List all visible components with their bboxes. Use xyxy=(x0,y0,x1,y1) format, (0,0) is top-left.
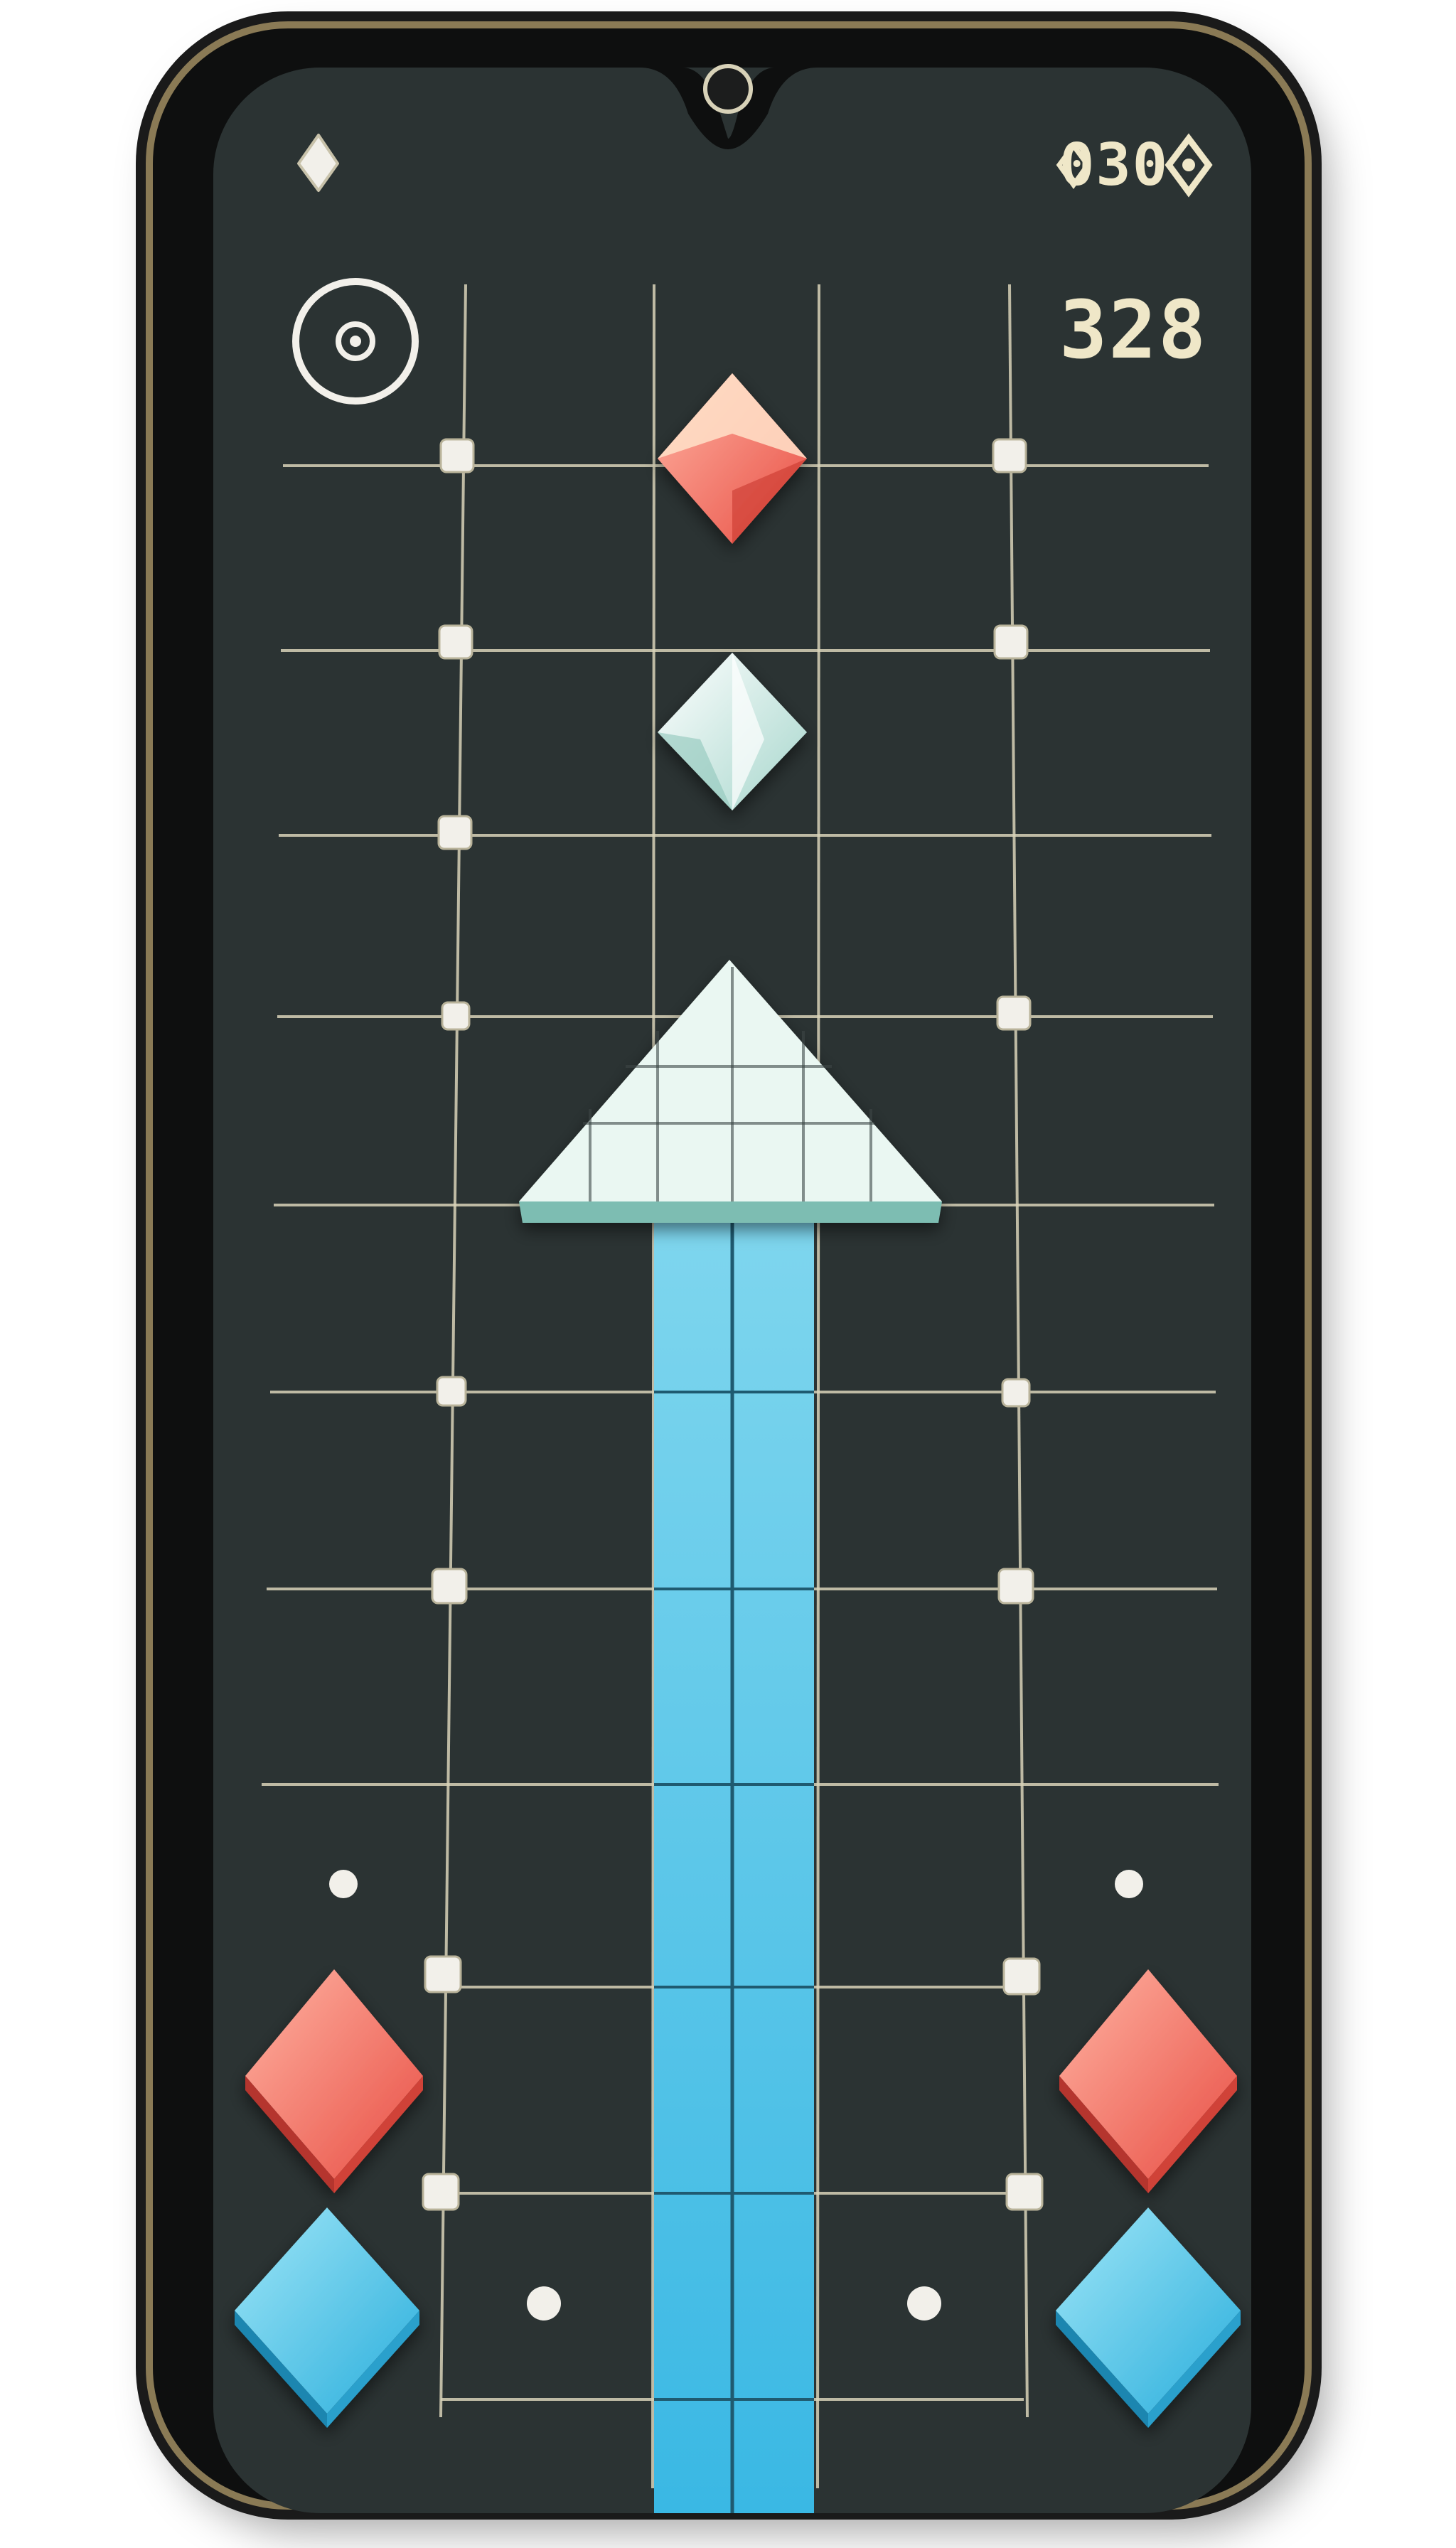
grid-node xyxy=(997,1568,1034,1605)
grid-line xyxy=(816,284,820,2489)
grid-node xyxy=(1001,1378,1031,1408)
grid-node xyxy=(422,2173,460,2211)
grid-node xyxy=(437,815,473,850)
grid-node xyxy=(1005,2173,1044,2211)
dot-marker xyxy=(907,2286,941,2320)
grid-node xyxy=(424,1955,462,1993)
grid-node xyxy=(1002,1957,1041,1996)
grid-node xyxy=(992,438,1027,473)
score-display: 328 xyxy=(1059,284,1208,377)
grid-node xyxy=(439,438,475,473)
grid-node xyxy=(441,1001,471,1031)
dot-marker xyxy=(1115,1870,1143,1898)
game-board[interactable] xyxy=(0,0,1456,2548)
dot-marker xyxy=(527,2286,561,2320)
grid-node xyxy=(438,624,473,660)
arrow-shaft xyxy=(654,1205,814,2513)
moves-counter: 030 xyxy=(1059,132,1169,199)
front-camera xyxy=(703,64,753,114)
grid-node xyxy=(993,624,1029,660)
dot-marker xyxy=(329,1870,358,1898)
grid-line xyxy=(651,284,655,2489)
grid-node xyxy=(996,995,1032,1031)
grid-node xyxy=(431,1568,468,1605)
grid-node xyxy=(436,1376,467,1407)
